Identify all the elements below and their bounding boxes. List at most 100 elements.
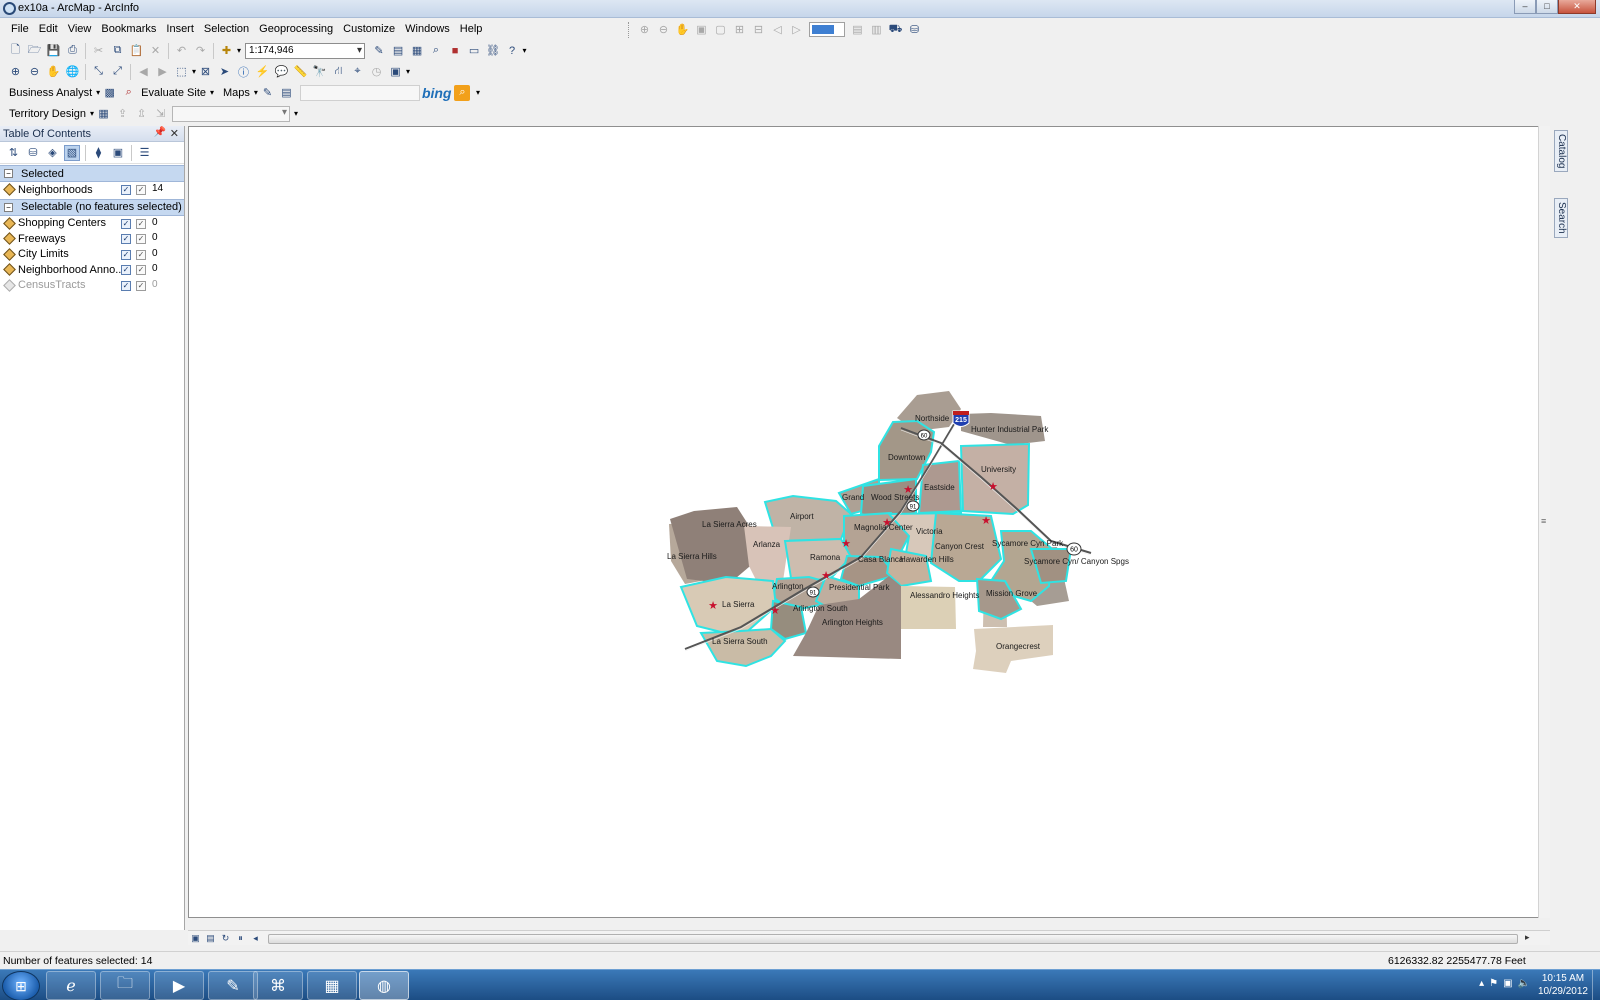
layer-options-icon[interactable]: ⧫	[91, 145, 107, 161]
catalog-tab[interactable]: Catalog	[1554, 130, 1568, 173]
menu-windows[interactable]: Windows	[400, 20, 455, 38]
menu-insert[interactable]: Insert	[161, 20, 199, 38]
go-to-xy-icon[interactable]: ⌖	[350, 64, 366, 80]
territory-export-icon[interactable]: ⇪	[115, 106, 131, 122]
neighborhood-map[interactable]: 215 60 91 91 60 ★ ★ ★ ★ ★ ★ ★ ★ Northsid…	[189, 127, 1539, 917]
go-forward-extent-icon[interactable]: ▶	[155, 64, 171, 80]
focus-data-frame-icon[interactable]: ▥	[869, 22, 885, 38]
fixed-zoom-out-icon[interactable]: ⤢	[110, 64, 126, 80]
selectable-toggle-icon[interactable]: ✓	[121, 185, 131, 195]
toc-options-icon[interactable]: ☰	[137, 145, 153, 161]
action-center-icon[interactable]: ⚑	[1489, 978, 1498, 989]
zoom-in-page-icon[interactable]: ⊕	[637, 22, 653, 38]
zoom-out-page-icon[interactable]: ⊖	[656, 22, 672, 38]
menu-selection[interactable]: Selection	[199, 20, 254, 38]
layer-row-neighborhood-anno[interactable]: Neighborhood Anno... ✓ ✓ 0	[0, 262, 184, 278]
print-icon[interactable]: ⎙	[65, 43, 81, 59]
menu-edit[interactable]: Edit	[34, 20, 63, 38]
territory-level-combo[interactable]	[172, 105, 291, 122]
toolbar-options-icon[interactable]: ▾	[294, 109, 298, 118]
territory-balance-icon[interactable]: ⇫	[134, 106, 150, 122]
editor-toolbar-icon[interactable]: ✎	[371, 43, 387, 59]
close-icon[interactable]: ✕	[170, 127, 179, 140]
new-document-icon[interactable]: 🗋	[8, 43, 24, 59]
start-button[interactable]: ⊞	[2, 971, 40, 1000]
group-selectable[interactable]: − Selectable (no features selected)	[0, 198, 184, 216]
evaluate-site-dropdown-icon[interactable]: ▾	[210, 88, 214, 97]
menu-customize[interactable]: Customize	[338, 20, 400, 38]
toolbar-grip[interactable]	[628, 21, 631, 38]
bing-search-input[interactable]	[299, 84, 420, 101]
add-data-dropdown-icon[interactable]: ▾	[237, 46, 241, 55]
search-tab[interactable]: Search	[1554, 198, 1568, 238]
fixed-zoom-out-page-icon[interactable]: ⊟	[751, 22, 767, 38]
html-popup-icon[interactable]: 💬	[274, 64, 290, 80]
zoom-out-icon[interactable]: ⊖	[27, 64, 43, 80]
zoom-whole-page-icon[interactable]: ▣	[694, 22, 710, 38]
menu-bookmarks[interactable]: Bookmarks	[96, 20, 161, 38]
layer-row-neighborhoods[interactable]: Neighborhoods ✓ ✓ 14	[0, 182, 184, 198]
show-selected-toggle-icon[interactable]: ✓	[136, 185, 146, 195]
refresh-icon[interactable]: ↻	[220, 932, 232, 944]
map-horizontal-scrollbar[interactable]: ▸	[268, 932, 1552, 944]
show-selected-toggle-icon[interactable]: ✓	[136, 234, 146, 244]
zoom-percent-combo[interactable]	[809, 22, 845, 37]
copy-icon[interactable]: ⧉	[110, 43, 126, 59]
python-window-icon[interactable]: ▭	[466, 43, 482, 59]
toolbar-options-icon[interactable]: ▾	[476, 88, 480, 97]
adobe-reader-icon[interactable]: ⌘	[253, 971, 303, 1000]
back-extent-page-icon[interactable]: ◁	[770, 22, 786, 38]
find-route-icon[interactable]: ⛙	[331, 64, 347, 80]
zoom-100-icon[interactable]: ▢	[713, 22, 729, 38]
minimize-button[interactable]: –	[1514, 0, 1536, 14]
archive-app-icon[interactable]: ▦	[307, 971, 357, 1000]
arcmap-task-icon[interactable]: ◍	[359, 971, 409, 1000]
network-icon[interactable]: ▣	[1503, 978, 1512, 989]
select-features-dropdown-icon[interactable]: ▾	[192, 67, 196, 76]
show-selected-toggle-icon[interactable]: ✓	[136, 218, 146, 229]
show-selected-toggle-icon[interactable]: ✓	[136, 265, 146, 275]
selectable-toggle-icon[interactable]: ✓	[121, 280, 131, 291]
group-selected[interactable]: − Selected	[0, 165, 184, 182]
list-by-source-icon[interactable]: ⛁	[25, 145, 41, 161]
layout-view-icon[interactable]: ▤	[205, 932, 217, 944]
menu-file[interactable]: File	[6, 20, 34, 38]
selectable-toggle-icon[interactable]: ✓	[121, 218, 131, 229]
list-by-drawing-order-icon[interactable]: ⇅	[6, 145, 22, 161]
pan-page-icon[interactable]: ✋	[675, 22, 691, 38]
undo-icon[interactable]: ↶	[174, 43, 190, 59]
media-player-icon[interactable]: ▶	[154, 971, 204, 1000]
show-selected-toggle-icon[interactable]: ✓	[136, 280, 146, 291]
toolbar-options-icon[interactable]: ▾	[406, 67, 410, 76]
change-layout-icon[interactable]: ⛟	[888, 22, 904, 38]
list-by-selection-icon[interactable]: ▧	[64, 144, 80, 161]
pause-drawing-icon[interactable]: ⏸	[235, 932, 247, 944]
territory-assign-icon[interactable]: ⇲	[153, 106, 169, 122]
ba-wizard-icon[interactable]: ▩	[102, 85, 118, 101]
list-by-visibility-icon[interactable]: ◈	[45, 145, 61, 161]
internet-explorer-icon[interactable]: ℯ	[46, 971, 96, 1000]
menu-view[interactable]: View	[63, 20, 97, 38]
time-slider-icon[interactable]: ◷	[369, 64, 385, 80]
map-vertical-scrollbar[interactable]: ≡	[1538, 126, 1550, 918]
find-icon[interactable]: 🔭	[312, 64, 328, 80]
maps-dropdown-icon[interactable]: ▾	[254, 88, 258, 97]
fixed-zoom-in-icon[interactable]: ⤡	[91, 64, 107, 80]
show-selected-toggle-icon[interactable]: ✓	[136, 249, 146, 260]
open-folder-icon[interactable]: 🗁	[27, 43, 43, 59]
territory-design-dropdown-icon[interactable]: ▾	[90, 109, 94, 118]
layer-row-freeways[interactable]: Freeways ✓ ✓ 0	[0, 231, 184, 247]
show-desktop-button[interactable]	[1592, 970, 1600, 1000]
paint-icon[interactable]: ✎	[208, 971, 258, 1000]
collapse-icon[interactable]: −	[4, 169, 13, 178]
table-of-contents-icon[interactable]: ▤	[390, 43, 406, 59]
tray-expand-icon[interactable]: ▴	[1479, 978, 1484, 989]
full-extent-icon[interactable]: 🌐	[65, 64, 81, 80]
go-back-extent-icon[interactable]: ◀	[136, 64, 152, 80]
scroll-thumb[interactable]	[268, 934, 1518, 944]
business-analyst-menu[interactable]: Business Analyst	[6, 87, 95, 99]
layer-row-city-limits[interactable]: City Limits ✓ ✓ 0	[0, 247, 184, 263]
bing-search-icon[interactable]: ⌕	[454, 84, 471, 101]
file-explorer-icon[interactable]: 🗀	[100, 971, 150, 1000]
evaluate-site-menu[interactable]: Evaluate Site	[138, 87, 209, 99]
